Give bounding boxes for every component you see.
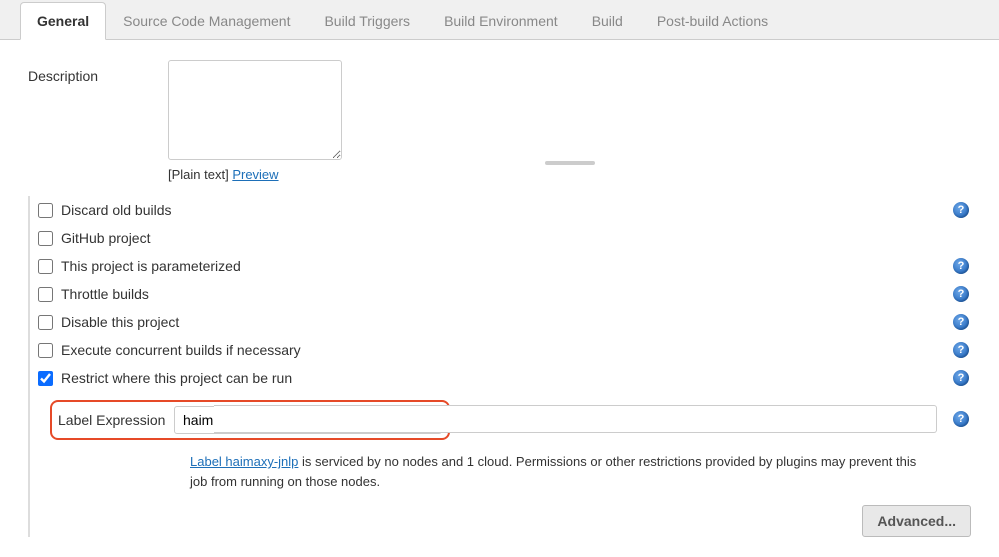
param-checkbox[interactable]: [38, 259, 53, 274]
description-label: Description: [28, 60, 168, 84]
tab-general[interactable]: General: [20, 2, 106, 40]
description-hint: [Plain text] Preview: [168, 167, 971, 182]
concurrent-label: Execute concurrent builds if necessary: [61, 342, 301, 358]
help-icon[interactable]: ?: [953, 286, 969, 302]
options-block: Discard old builds ? GitHub project This…: [28, 196, 971, 537]
help-icon[interactable]: ?: [953, 314, 969, 330]
github-label: GitHub project: [61, 230, 150, 246]
preview-link[interactable]: Preview: [232, 167, 278, 182]
help-icon[interactable]: ?: [953, 202, 969, 218]
opt-github-project[interactable]: GitHub project: [38, 224, 971, 252]
concurrent-checkbox[interactable]: [38, 343, 53, 358]
help-icon[interactable]: ?: [953, 370, 969, 386]
opt-disable[interactable]: Disable this project ?: [38, 308, 971, 336]
throttle-label: Throttle builds: [61, 286, 149, 302]
general-panel: Description [Plain text] Preview Discard…: [0, 40, 999, 557]
discard-checkbox[interactable]: [38, 203, 53, 218]
help-icon[interactable]: ?: [953, 342, 969, 358]
github-checkbox[interactable]: [38, 231, 53, 246]
opt-discard-old-builds[interactable]: Discard old builds ?: [38, 196, 971, 224]
tab-build[interactable]: Build: [575, 2, 640, 40]
param-label: This project is parameterized: [61, 258, 241, 274]
tab-scm[interactable]: Source Code Management: [106, 2, 307, 40]
label-link[interactable]: Label haimaxy-jnlp: [190, 454, 298, 469]
advanced-button[interactable]: Advanced...: [862, 505, 971, 537]
description-textarea[interactable]: [168, 60, 342, 160]
label-msg-body: is serviced by no nodes and 1 cloud. Per…: [190, 454, 916, 489]
throttle-checkbox[interactable]: [38, 287, 53, 302]
opt-restrict[interactable]: Restrict where this project can be run ?: [38, 364, 971, 392]
label-expression-message: Label haimaxy-jnlp is serviced by no nod…: [190, 452, 937, 491]
label-expression-input-ext[interactable]: [214, 405, 937, 433]
opt-parameterized[interactable]: This project is parameterized ?: [38, 252, 971, 280]
opt-concurrent[interactable]: Execute concurrent builds if necessary ?: [38, 336, 971, 364]
label-expression-label: Label Expression: [58, 412, 174, 428]
help-icon[interactable]: ?: [953, 411, 969, 427]
tab-post-build[interactable]: Post-build Actions: [640, 2, 785, 40]
opt-throttle[interactable]: Throttle builds ?: [38, 280, 971, 308]
tab-build-triggers[interactable]: Build Triggers: [307, 2, 427, 40]
restrict-checkbox[interactable]: [38, 371, 53, 386]
restrict-label: Restrict where this project can be run: [61, 370, 292, 386]
label-expression-row: Label Expression ?: [50, 392, 971, 446]
tab-build-environment[interactable]: Build Environment: [427, 2, 575, 40]
config-tabs: General Source Code Management Build Tri…: [0, 2, 999, 40]
plain-text-indicator: [Plain text]: [168, 167, 232, 182]
help-icon[interactable]: ?: [953, 258, 969, 274]
disable-checkbox[interactable]: [38, 315, 53, 330]
disable-label: Disable this project: [61, 314, 179, 330]
discard-label: Discard old builds: [61, 202, 172, 218]
